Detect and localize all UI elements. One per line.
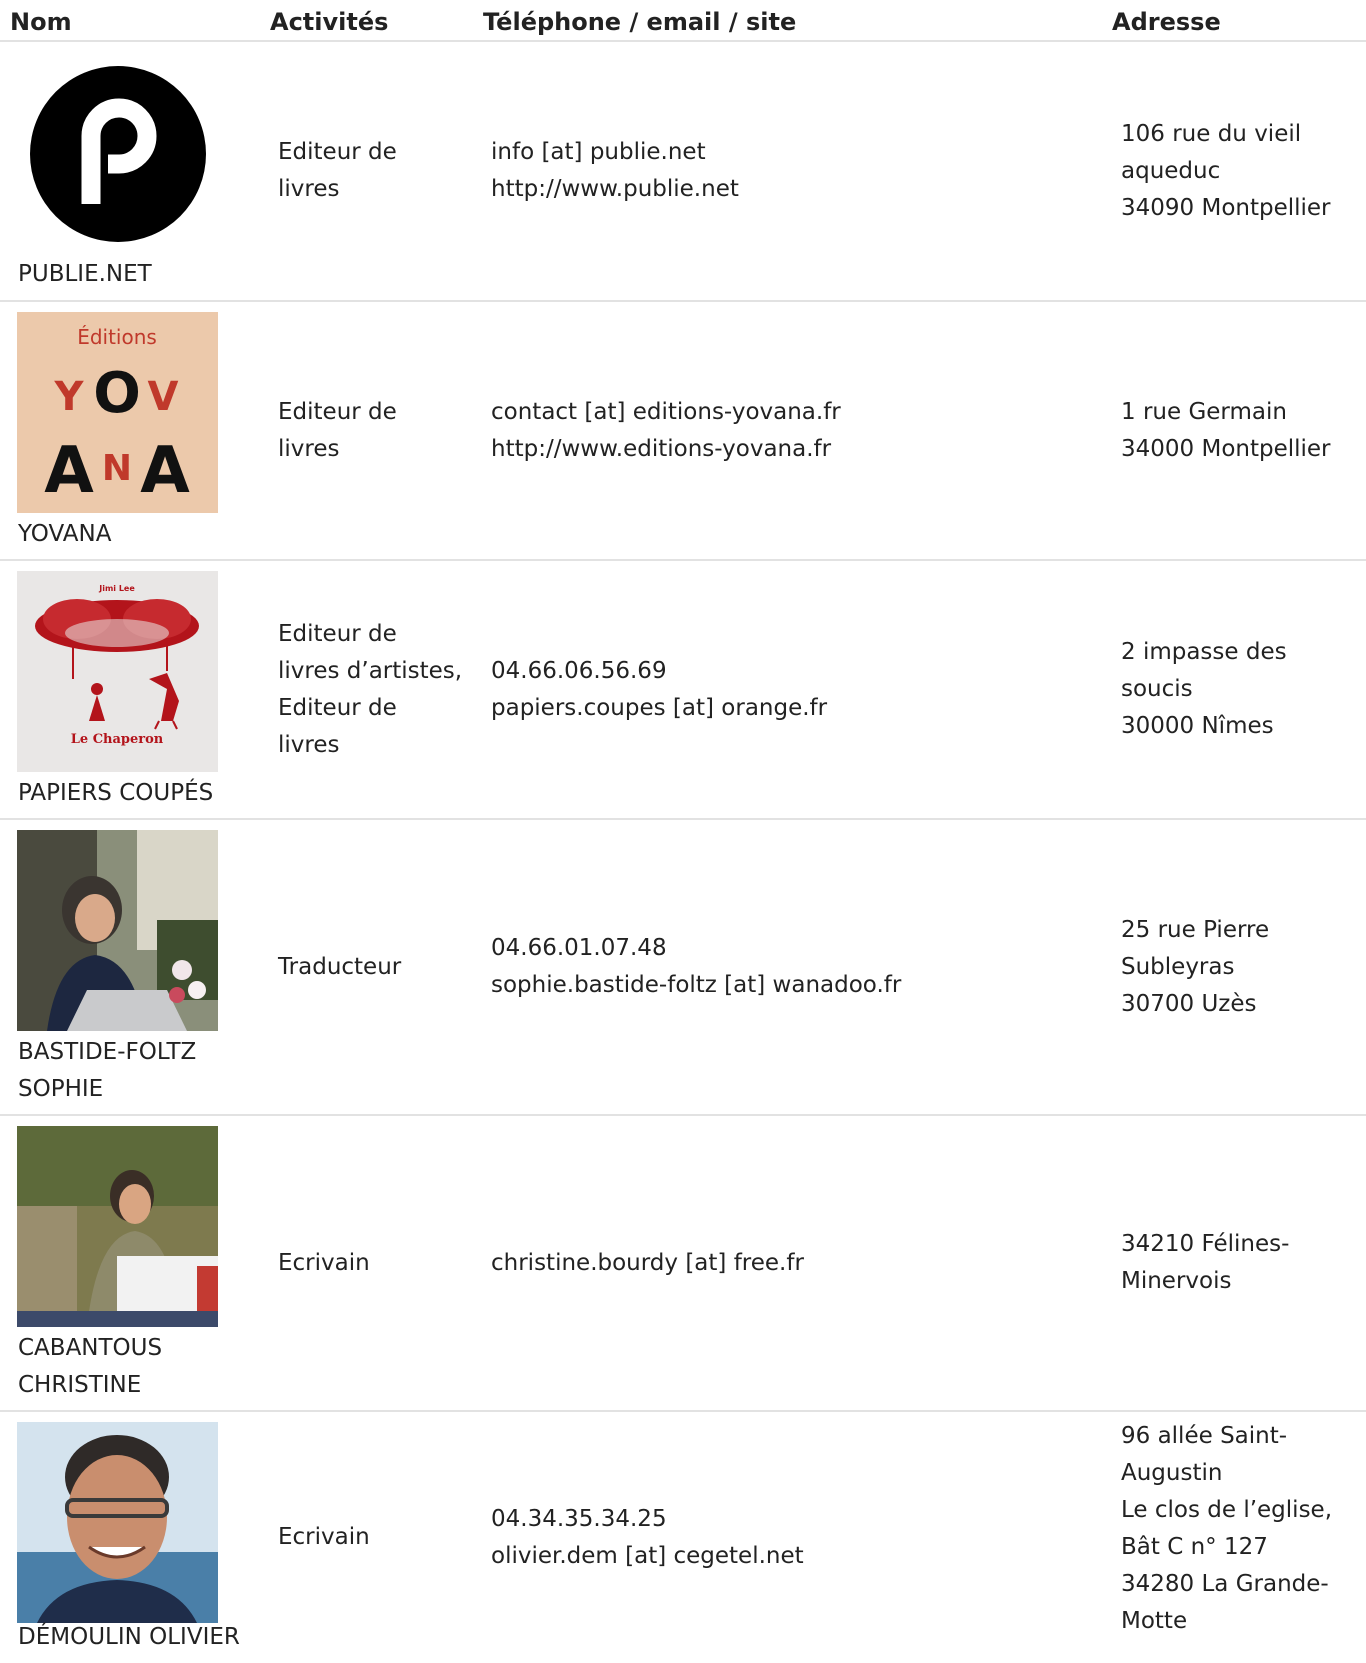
photo-graphic xyxy=(17,1126,218,1327)
column-header-adresse[interactable]: Adresse xyxy=(1112,8,1221,36)
row-name[interactable]: DÉMOULIN OLIVIER xyxy=(18,1619,258,1656)
row-activity: Editeur de livres d’artistes, Editeur de… xyxy=(278,620,463,758)
row-name[interactable]: PUBLIE.NET xyxy=(18,256,258,293)
website-link[interactable]: http://www.editions-yovana.fr xyxy=(491,431,1051,468)
row-contact: 04.66.06.56.69 papiers.coupes [at] orang… xyxy=(491,657,828,721)
row-contact: 04.66.01.07.48 sophie.bastide-foltz [at]… xyxy=(491,935,902,998)
table-row: CABANTOUS CHRISTINE Ecrivain christine.b… xyxy=(0,1116,1366,1412)
portrait-photo[interactable] xyxy=(17,830,218,1031)
row-contact: christine.bourdy [at] free.fr xyxy=(491,1249,804,1276)
row-activity: Traducteur xyxy=(278,953,402,980)
row-activity: Ecrivain xyxy=(278,1524,370,1550)
svg-text:Jimi Lee: Jimi Lee xyxy=(98,584,135,593)
row-activity: Ecrivain xyxy=(278,1249,370,1276)
table-row: Éditions Y O V A N A YOVANA Editeur de l… xyxy=(0,302,1366,561)
book-cover-graphic: Jimi Lee Le Chaperon xyxy=(35,584,199,747)
row-activity: Editeur de livres xyxy=(278,398,397,462)
column-header-contact[interactable]: Téléphone / email / site xyxy=(483,8,796,36)
portrait-photo[interactable] xyxy=(17,1422,218,1623)
row-address: 25 rue Pierre Subleyras 30700 Uzès xyxy=(1121,916,1270,1017)
svg-text:O: O xyxy=(93,361,141,426)
column-header-activites[interactable]: Activités xyxy=(270,8,388,36)
row-address: 1 rue Germain 34000 Montpellier xyxy=(1121,398,1331,462)
row-contact: 04.34.35.34.25 olivier.dem [at] cegetel.… xyxy=(491,1505,804,1569)
svg-text:N: N xyxy=(102,448,132,489)
svg-text:Éditions: Éditions xyxy=(77,325,157,349)
papiers-coupes-book-cover[interactable]: Jimi Lee Le Chaperon xyxy=(17,571,218,772)
yovana-logo-graphic: Éditions Y O V A N A xyxy=(44,325,190,508)
svg-text:V: V xyxy=(148,374,179,420)
table-row: Jimi Lee Le Chaperon PAPIERS COUPÉS Edit… xyxy=(0,561,1366,820)
row-name[interactable]: CABANTOUS CHRISTINE xyxy=(18,1330,258,1404)
row-contact: info [at] publie.net http://www.publie.n… xyxy=(491,42,1051,300)
svg-text:A: A xyxy=(140,434,190,508)
photo-graphic xyxy=(17,1422,218,1623)
website-link[interactable]: http://www.publie.net xyxy=(491,171,1051,208)
row-address: 96 allée Saint- Augustin Le clos de l’eg… xyxy=(1121,1423,1333,1634)
publie-net-logo-graphic xyxy=(30,66,206,242)
row-name[interactable]: PAPIERS COUPÉS xyxy=(18,775,258,812)
table-row: DÉMOULIN OLIVIER Ecrivain 04.34.35.34.25… xyxy=(0,1412,1366,1663)
svg-text:Le Chaperon: Le Chaperon xyxy=(71,732,164,747)
yovana-logo[interactable]: Éditions Y O V A N A xyxy=(17,312,218,513)
table-row: BASTIDE-FOLTZ SOPHIE Traducteur 04.66.01… xyxy=(0,820,1366,1116)
row-address: 34210 Félines- Minervois xyxy=(1121,1231,1290,1294)
row-name[interactable]: BASTIDE-FOLTZ SOPHIE xyxy=(18,1034,258,1108)
row-name[interactable]: YOVANA xyxy=(18,516,258,553)
svg-text:A: A xyxy=(44,434,94,508)
row-contact: contact [at] editions-yovana.fr http://w… xyxy=(491,302,1051,559)
column-header-nom[interactable]: Nom xyxy=(10,8,72,36)
portrait-photo[interactable] xyxy=(17,1126,218,1327)
table-header: Nom Activités Téléphone / email / site A… xyxy=(0,0,1366,42)
publie-net-logo[interactable] xyxy=(28,64,208,244)
row-address: 106 rue du vieil aqueduc 34090 Montpelli… xyxy=(1121,120,1331,221)
row-activity: Editeur de livres xyxy=(278,139,397,202)
photo-graphic xyxy=(17,830,218,1031)
table-row: PUBLIE.NET Editeur de livres info [at] p… xyxy=(0,42,1366,302)
row-address: 2 impasse des soucis 30000 Nîmes xyxy=(1121,639,1287,739)
svg-text:Y: Y xyxy=(54,374,85,420)
